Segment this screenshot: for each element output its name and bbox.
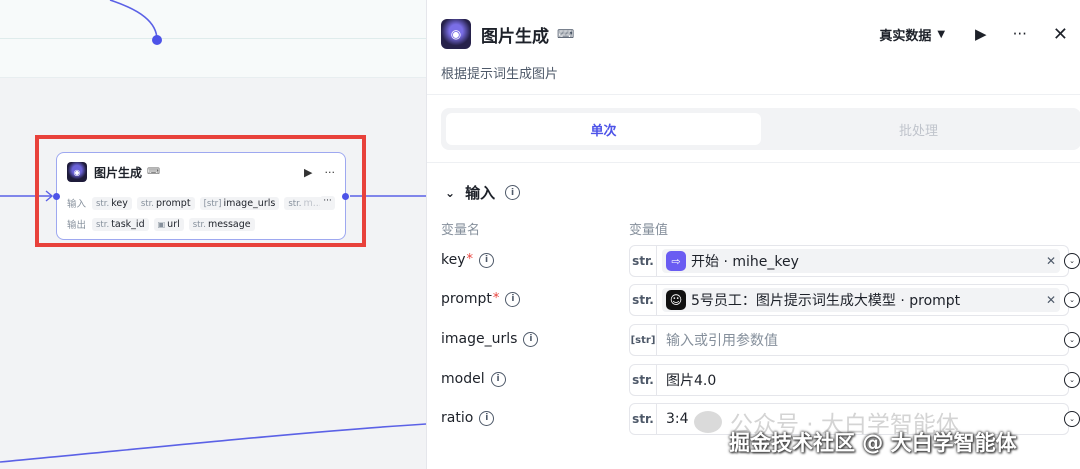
watermark-juejin: 掘金技术社区 @ 大白学智能体 [729,431,1017,455]
column-header-value: 变量值 [629,223,669,238]
type-badge: str. [630,404,657,434]
type-badge: str. [630,246,657,276]
caret-down-icon: ▼ [937,28,946,40]
node-input-chip: str. key [92,196,132,210]
reference-text: 5号员工：图片提示词生成大模型 · prompt [691,293,961,309]
node-output-label: 输出 [67,220,87,231]
workflow-canvas[interactable]: ◉ 图片生成 ⌨ ▶ ··· 输入 str. key str. prompt [st… [0,0,426,469]
info-icon[interactable]: i [479,252,495,268]
node-inputs-row: 输入 str. key str. prompt [str] image_urls st… [67,196,326,210]
edge-top [109,0,158,41]
node-logo-icon: ◉ [67,162,87,182]
info-icon[interactable]: i [479,410,495,426]
node-more-icon[interactable]: ··· [325,166,336,179]
type-badge: [str] [630,325,657,355]
run-icon[interactable]: ▶ [975,25,987,43]
variable-select-icon[interactable]: ⌄ [1064,411,1080,427]
param-value-field[interactable]: str. 图片4.0 ⌄ [629,364,1080,396]
data-mode-dropdown[interactable]: 真实数据 ▼ [879,25,945,44]
variable-select-icon[interactable]: ⌄ [1064,253,1080,269]
clear-icon[interactable]: ✕ [1046,293,1056,307]
panel-logo-icon: ◉ [441,19,471,49]
node-output-port[interactable] [342,193,349,200]
node-output-chip: str. task_id [92,217,149,231]
param-row-model: model i str. 图片4.0 ⌄ [427,364,1080,396]
param-value[interactable]: 3:4 [666,411,689,427]
node-output-chip: ▣imgurl [153,217,184,231]
param-row-prompt: prompt * i str. ☺ 5号员工：图片提示词生成大模型 · prom… [427,284,1080,316]
node-plugin-icon: ⌨ [147,167,161,177]
param-name: model [441,371,485,387]
node-run-icon[interactable]: ▶ [304,166,312,179]
type-badge: str. [630,365,657,395]
bot-icon: ☺ [666,290,686,310]
param-row-image-urls: image_urls i [str] 输入或引用参数值 ⌄ [427,324,1080,356]
more-icon[interactable]: ··· [1013,25,1027,43]
edge-bottom [0,423,426,463]
wechat-icon [694,411,722,433]
node-output-chip: str. message [188,217,255,231]
param-value-field[interactable]: str. ☺ 5号员工：图片提示词生成大模型 · prompt ✕ ⌄ [629,284,1080,316]
node-inputs-more-button[interactable]: ··· [320,196,335,210]
param-name: ratio [441,410,474,426]
panel-description: 根据提示词生成图片 [441,67,559,82]
edge-top-port [152,35,162,45]
param-value[interactable]: 图片4.0 [666,370,716,390]
divider [427,94,1080,95]
info-icon[interactable]: i [505,185,521,200]
reference-chip[interactable]: ⇨ 开始 · mihe_key ✕ [662,249,1060,273]
column-header-name: 变量名 [441,223,481,238]
type-badge: str. [630,285,657,315]
tab-single[interactable]: 单次 [446,113,761,145]
param-value-field[interactable]: str. ⇨ 开始 · mihe_key ✕ ⌄ [629,245,1080,277]
param-name: prompt [441,291,492,307]
info-icon[interactable]: i [490,371,506,387]
node-settings-panel: ◉ 图片生成 ⌨ 真实数据 ▼ ▶ ··· ✕ 根据提示词生成图片 单次 批处理… [426,0,1080,469]
param-input-placeholder[interactable]: 输入或引用参数值 [666,330,778,350]
required-mark: * [492,291,500,306]
run-mode-tabs: 单次 批处理 [441,108,1080,150]
divider [427,162,1080,163]
input-section-header[interactable]: ⌄ 输入 i [445,182,521,203]
reference-text: 开始 · mihe_key [691,254,799,270]
clear-icon[interactable]: ✕ [1046,254,1056,268]
param-name: image_urls [441,331,518,347]
reference-chip[interactable]: ☺ 5号员工：图片提示词生成大模型 · prompt ✕ [662,288,1060,312]
plugin-icon: ⌨ [557,27,575,41]
start-icon: ⇨ [666,251,686,271]
variable-select-icon[interactable]: ⌄ [1064,372,1080,388]
section-title: 输入 [465,184,496,202]
node-outputs-row: 输出 str.task_id ▣imgurl str.message [67,217,255,231]
variable-select-icon[interactable]: ⌄ [1064,292,1080,308]
required-mark: * [466,252,474,267]
variable-select-icon[interactable]: ⌄ [1064,332,1080,348]
close-icon[interactable]: ✕ [1053,24,1068,45]
node-input-chip: str. prompt [136,196,195,210]
node-input-label: 输入 [67,199,87,210]
tab-batch[interactable]: 批处理 [761,113,1076,145]
param-row-key: key * i str. ⇨ 开始 · mihe_key ✕ ⌄ [427,245,1080,277]
node-input-port[interactable] [53,193,60,200]
node-title: 图片生成 [94,165,143,180]
chevron-down-icon[interactable]: ⌄ [445,186,455,200]
info-icon[interactable]: i [523,331,539,347]
info-icon[interactable]: i [505,291,521,307]
image-gen-node[interactable]: ◉ 图片生成 ⌨ ▶ ··· 输入 str. key str. prompt [st… [53,152,349,240]
panel-title: 图片生成 [481,26,549,47]
node-input-chip: [str] image_urls [199,196,280,210]
param-value-field[interactable]: [str] 输入或引用参数值 ⌄ [629,324,1080,356]
param-name: key [441,252,466,268]
